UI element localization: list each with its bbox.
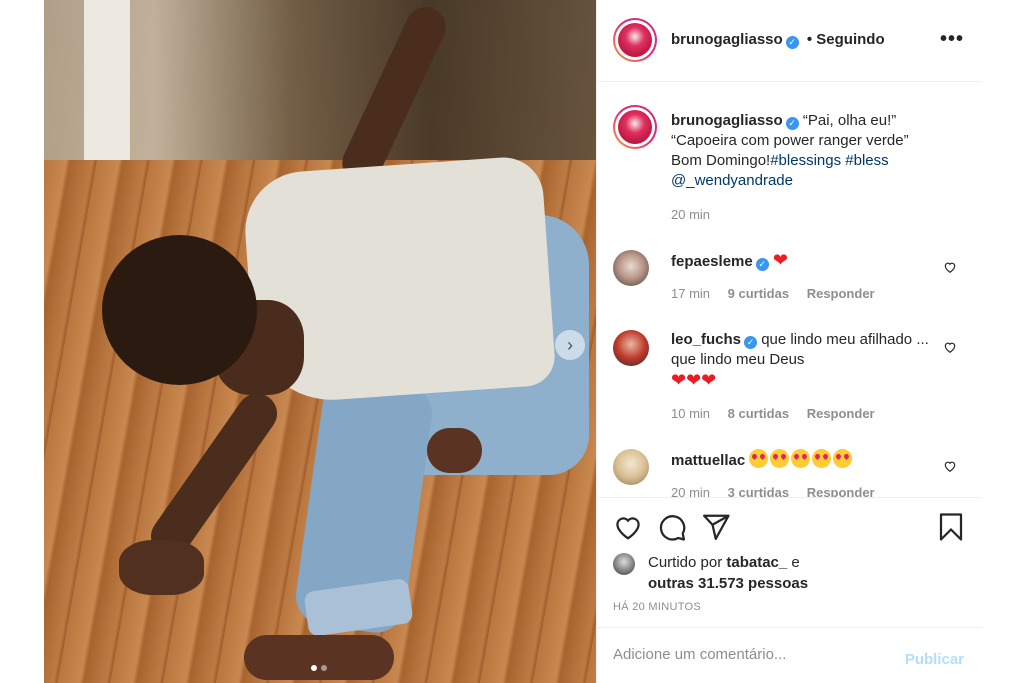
photo-hand <box>119 540 204 595</box>
post-side-panel: brunogagliasso ✓ • Seguindo ••• brunogagl… <box>596 0 982 683</box>
heart-eyes-emoji <box>749 449 854 469</box>
photo-head <box>102 235 257 385</box>
comments-list[interactable]: brunogagliasso ✓ “Pai, olha eu!” “Capoeir… <box>597 83 982 497</box>
caption-line-2: “Capoeira com power ranger verde” <box>671 132 909 149</box>
comment-meta: 20 min 3 curtidas Responder <box>671 485 889 497</box>
post-header: brunogagliasso ✓ • Seguindo ••• <box>597 0 982 82</box>
carousel-dot <box>321 665 327 671</box>
caption-time[interactable]: 20 min <box>671 207 710 222</box>
liked-by-avatar[interactable] <box>613 553 635 575</box>
reply-button[interactable]: Responder <box>807 286 875 301</box>
comment-username[interactable]: mattuellac <box>671 452 745 469</box>
red-heart-emoji: ❤ <box>772 250 788 270</box>
post-actions: Curtido por tabatac_ e outras 31.573 pes… <box>597 497 982 627</box>
reply-button[interactable]: Responder <box>807 406 875 421</box>
like-comment-heart-icon[interactable] <box>943 260 957 274</box>
comment-icon[interactable] <box>657 512 687 542</box>
liked-by-text: Curtido por tabatac_ e outras 31.573 pes… <box>648 552 808 594</box>
author-row: brunogagliasso ✓ • Seguindo <box>671 31 885 49</box>
post-photo[interactable]: › <box>44 0 596 683</box>
comment-avatar[interactable] <box>613 250 649 286</box>
liked-by-user-link[interactable]: tabatac_ <box>726 554 787 571</box>
comment-text: mattuellac <box>671 449 941 471</box>
comment-meta: 10 min 8 curtidas Responder <box>671 406 889 421</box>
verified-badge-icon: ✓ <box>785 36 799 49</box>
comment-username[interactable]: leo_fuchs <box>671 331 741 348</box>
comment-username[interactable]: fepaesleme <box>671 253 753 270</box>
carousel-indicator <box>311 665 327 671</box>
liked-by-prefix: Curtido por <box>648 554 723 571</box>
comment-likes[interactable]: 8 curtidas <box>728 406 789 421</box>
carousel-next-button[interactable]: › <box>555 330 585 360</box>
verified-badge-icon: ✓ <box>744 336 758 349</box>
comment-time[interactable]: 20 min <box>671 485 710 497</box>
liked-by-join: e <box>791 554 800 571</box>
caption-line-1: “Pai, olha eu!” <box>802 112 897 129</box>
author-avatar[interactable] <box>613 18 657 62</box>
caption-text: brunogagliasso ✓ “Pai, olha eu!” “Capoeir… <box>671 111 941 191</box>
photo-foot <box>244 635 394 680</box>
post-dialog: › brunogagliasso ✓ • Seguindo ••• brunog… <box>44 0 982 683</box>
publish-button[interactable]: Publicar <box>905 651 964 668</box>
caption-author-username[interactable]: brunogagliasso <box>671 112 783 129</box>
like-comment-heart-icon[interactable] <box>943 340 957 354</box>
caption-author-avatar[interactable] <box>613 105 657 149</box>
comment-text: leo_fuchs ✓ que lindo meu afilhado ... qu… <box>671 330 941 392</box>
carousel-dot-active <box>311 665 317 671</box>
following-status-button[interactable]: • Seguindo <box>807 31 885 48</box>
add-comment-bar: Publicar <box>597 627 982 683</box>
hashtag-link[interactable]: #bless <box>845 152 888 169</box>
share-icon[interactable] <box>701 512 731 542</box>
like-comment-heart-icon[interactable] <box>943 459 957 473</box>
post-timestamp[interactable]: HÁ 20 MINUTOS <box>613 601 701 613</box>
comment-avatar[interactable] <box>613 449 649 485</box>
photo-foot-back <box>427 428 482 473</box>
liked-by: Curtido por tabatac_ e outras 31.573 pes… <box>613 550 973 592</box>
verified-badge-icon: ✓ <box>785 117 799 130</box>
verified-badge-icon: ✓ <box>755 258 769 271</box>
chevron-right-icon: › <box>567 335 573 355</box>
more-options-icon[interactable]: ••• <box>940 28 964 51</box>
comment-time[interactable]: 17 min <box>671 286 710 301</box>
caption-line-3: Bom Domingo! <box>671 152 771 169</box>
bookmark-icon[interactable] <box>936 512 966 542</box>
mention-link[interactable]: @_wendyandrade <box>671 172 793 189</box>
red-heart-emoji: ❤❤❤ <box>671 370 717 390</box>
comment-text: fepaesleme ✓ ❤ <box>671 250 941 272</box>
hashtag-link[interactable]: #blessings <box>770 152 841 169</box>
comment-likes[interactable]: 9 curtidas <box>728 286 789 301</box>
reply-button[interactable]: Responder <box>807 485 875 497</box>
comment-avatar[interactable] <box>613 330 649 366</box>
author-username[interactable]: brunogagliasso <box>671 31 783 48</box>
comment-time[interactable]: 10 min <box>671 406 710 421</box>
liked-by-others-link[interactable]: outras 31.573 pessoas <box>648 575 808 592</box>
comment-likes[interactable]: 3 curtidas <box>728 485 789 497</box>
comment-input[interactable] <box>613 646 883 663</box>
comment-meta: 17 min 9 curtidas Responder <box>671 286 889 301</box>
caption-meta: 20 min <box>671 207 724 222</box>
heart-icon[interactable] <box>613 512 643 542</box>
